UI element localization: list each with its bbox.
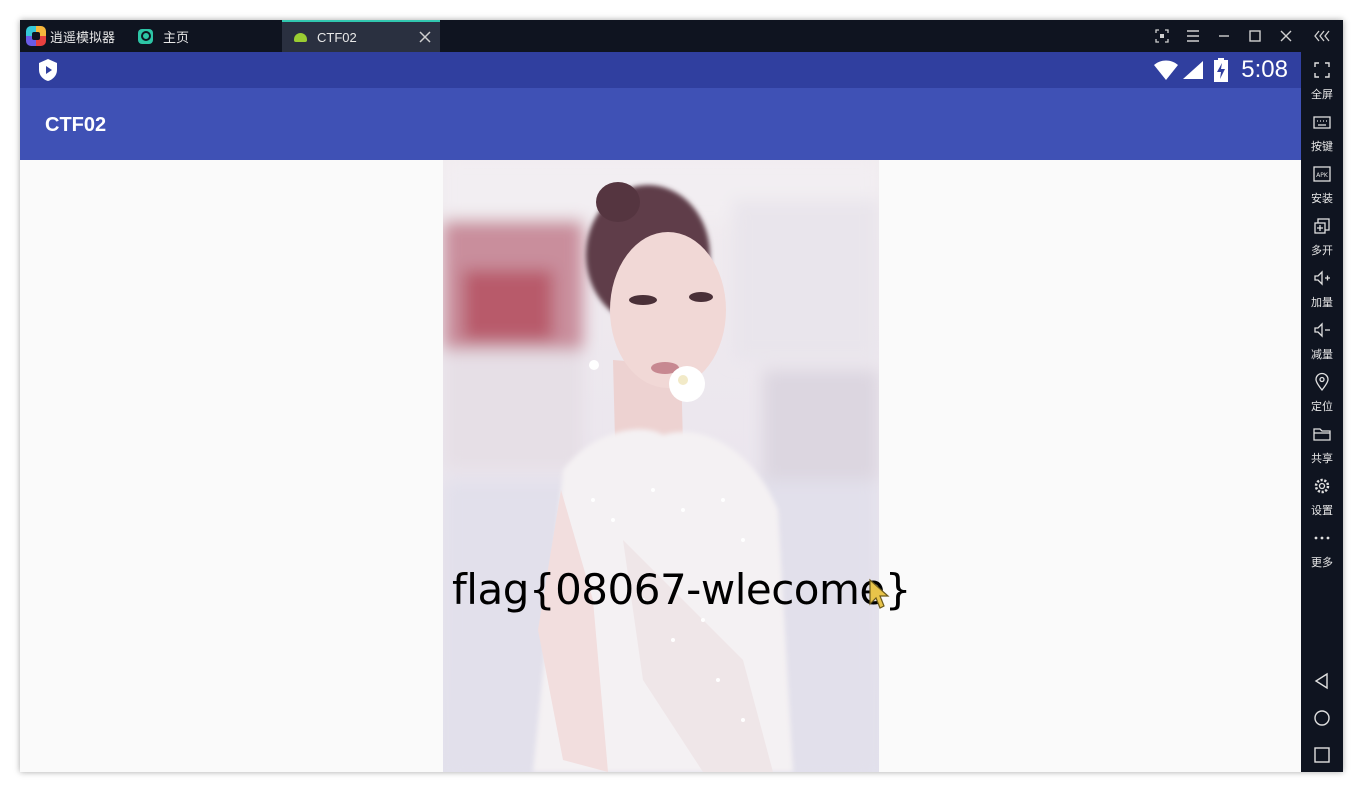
tool-label: 加量 [1311,297,1333,309]
tool-label: 共享 [1311,453,1333,465]
fullscreen-icon [1314,62,1330,78]
screenshot-icon[interactable] [1152,26,1172,46]
tool-share-folder[interactable]: 共享 [1301,420,1343,470]
multi-instance-icon [1314,218,1330,234]
tool-location[interactable]: 定位 [1301,368,1343,418]
collapse-sidebar-icon[interactable] [1312,26,1332,46]
close-window-icon[interactable] [1276,26,1296,46]
gear-icon [1314,478,1330,494]
tool-label: 设置 [1311,505,1333,517]
tool-label: 按键 [1311,141,1333,153]
recents-icon[interactable] [1312,745,1332,765]
tool-label: 多开 [1311,245,1333,257]
portrait-image [443,160,879,772]
tab-ctf02-label: CTF02 [317,29,357,45]
close-tab-icon[interactable] [418,30,432,44]
tool-label: 更多 [1311,557,1333,569]
tool-fullscreen[interactable]: 全屏 [1301,56,1343,106]
mouse-cursor-icon [869,578,890,609]
tool-more[interactable]: 更多 [1301,524,1343,574]
android-icon [294,32,307,42]
volume-down-icon [1314,322,1330,338]
wifi-icon [1154,60,1178,80]
location-icon [1315,372,1329,392]
menu-icon[interactable] [1183,26,1203,46]
tool-label: 减量 [1311,349,1333,361]
shield-app-icon [39,59,57,81]
flag-text: flag{08067-wlecome} [452,565,911,614]
android-status-bar: 5:08 [20,52,1301,88]
signal-icon [1183,61,1203,79]
minimize-icon[interactable] [1214,26,1234,46]
svg-text:APK: APK [1316,172,1329,179]
title-bar: 逍遥模拟器 主页 CTF02 [20,20,1343,52]
tool-label: 安装 [1311,193,1333,205]
tool-volume-down[interactable]: 减量 [1301,316,1343,366]
page-title: CTF02 [45,114,107,136]
emulator-window: 逍遥模拟器 主页 CTF02 5:08 CTF02 flag{08067-wle… [20,20,1343,772]
tool-label: 全屏 [1311,89,1333,101]
tab-ctf02[interactable]: CTF02 [282,20,440,52]
back-icon[interactable] [1312,671,1332,691]
folder-icon [1313,428,1331,441]
keyboard-icon [1313,116,1331,129]
tool-volume-up[interactable]: 加量 [1301,264,1343,314]
battery-charging-icon [1214,58,1228,82]
home-circle-icon[interactable] [1312,708,1332,728]
maximize-icon[interactable] [1245,26,1265,46]
tab-home[interactable]: 主页 [130,20,280,52]
tool-settings[interactable]: 设置 [1301,472,1343,522]
more-icon [1314,536,1330,540]
status-clock: 5:08 [1241,56,1288,83]
tool-keymap[interactable]: 按键 [1301,108,1343,158]
volume-up-icon [1314,270,1330,286]
apk-icon: APK [1313,166,1331,182]
tab-home-label: 主页 [163,29,190,45]
app-brand: 逍遥模拟器 [26,20,126,52]
app-name: 逍遥模拟器 [50,29,116,45]
emulator-toolbar: 全屏 按键 APK 安装 多开 加量 减量 定位 共享 设置 更多 [1301,52,1343,772]
tool-install-apk[interactable]: APK 安装 [1301,160,1343,210]
home-icon [138,28,153,44]
tool-multi-instance[interactable]: 多开 [1301,212,1343,262]
tool-label: 定位 [1311,401,1333,413]
memu-logo-icon [26,26,46,46]
app-content: flag{08067-wlecome} [20,160,1301,772]
app-toolbar: CTF02 [20,88,1301,160]
